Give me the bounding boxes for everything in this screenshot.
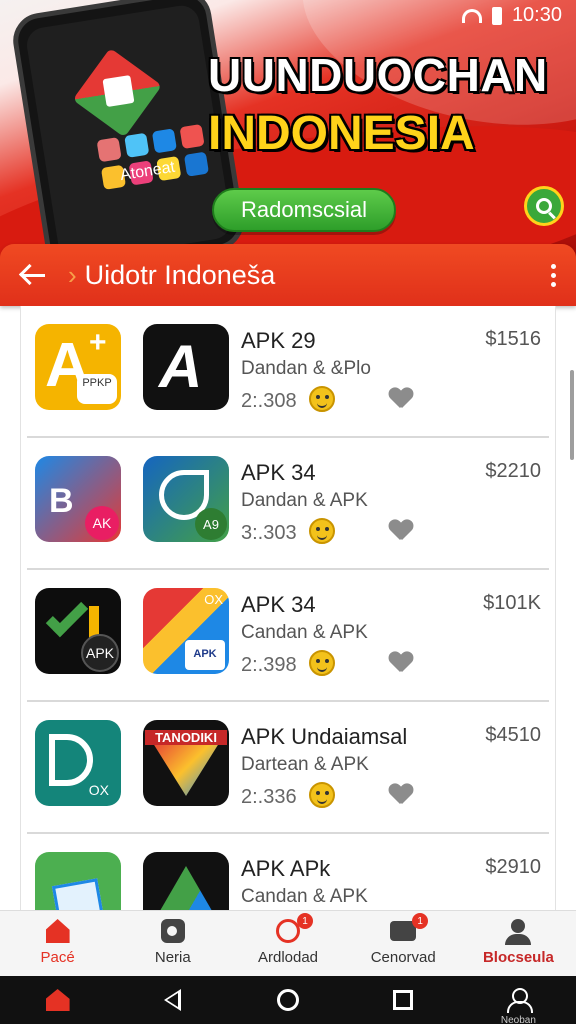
download-icon: 1	[273, 913, 313, 945]
nav-tab-home[interactable]: Pacé	[0, 911, 115, 976]
heart-icon[interactable]	[389, 652, 413, 674]
app-subtitle: Candan & APK	[241, 622, 368, 643]
app-icon-caption: PPKP	[77, 374, 117, 404]
heart-icon[interactable]	[389, 784, 413, 806]
app-name: APK 34	[241, 592, 316, 617]
banner-cta-button[interactable]: Radomscsial	[212, 188, 396, 232]
heart-icon[interactable]	[389, 520, 413, 542]
profile-caption: Neoban	[500, 1015, 536, 1024]
headline-line1: UUNDUOCHAN	[208, 49, 548, 101]
app-bar: › Uidotr Indoneša	[0, 244, 576, 306]
wifi-icon	[461, 8, 482, 23]
app-subtitle: Dandan & &Plo	[241, 358, 371, 379]
app-name: APK Undaiamsal	[241, 724, 408, 749]
circle-icon	[277, 989, 299, 1011]
profile-icon	[503, 919, 533, 945]
person-icon	[507, 988, 534, 1013]
home-icon	[43, 919, 73, 945]
app-price: $2910	[485, 856, 541, 878]
list-item[interactable]: A + PPKP A APK 29 Dandan & &Plo 2:.308 $…	[27, 306, 549, 438]
system-back-button[interactable]	[115, 976, 230, 1024]
back-arrow-icon	[23, 273, 45, 277]
system-circle-home-button[interactable]	[230, 976, 345, 1024]
app-list: A + PPKP A APK 29 Dandan & &Plo 2:.308 $…	[20, 306, 556, 910]
app-price: $4510	[485, 724, 541, 746]
square-icon	[393, 990, 414, 1010]
system-recents-button[interactable]	[346, 976, 461, 1024]
app-icon: A + PPKP	[35, 324, 121, 410]
app-subtitle: Dandan & APK	[241, 490, 368, 511]
cube-logo-icon	[72, 47, 162, 138]
house-icon	[45, 989, 70, 1011]
nav-tab-profile[interactable]: Blocseula	[461, 911, 576, 976]
banner-headline: UUNDUOCHAN INDONESIA	[208, 52, 568, 158]
list-item[interactable]: B AK A9 APK 34 Dandan & APK 3:.303 $2210	[27, 438, 549, 570]
nav-label: Cenorvad	[370, 949, 436, 966]
status-time: 10:30	[511, 4, 562, 26]
app-subtitle: Candan & APK	[241, 886, 368, 907]
smiley-icon	[309, 650, 335, 676]
app-icon: A9	[143, 456, 229, 542]
app-icon	[35, 852, 121, 910]
phone-screen: Atoneat	[24, 3, 234, 262]
list-item[interactable]: OX TANODIKI APK Undaiamsal Dartean & APK…	[27, 702, 549, 834]
app-name: APK 29	[241, 328, 316, 353]
nav-tab-download[interactable]: 1 Ardlodad	[230, 911, 345, 976]
smiley-icon	[309, 386, 335, 412]
app-subtitle: Dartean & APK	[241, 754, 369, 775]
headline-line2: INDONESIA	[208, 107, 475, 160]
app-count: 2:.336	[241, 786, 297, 808]
system-home-button[interactable]	[0, 976, 115, 1024]
notification-badge: 1	[297, 913, 313, 929]
status-bar: 10:30	[461, 4, 562, 27]
back-button[interactable]	[0, 244, 68, 306]
app-icon: A	[143, 324, 229, 410]
heart-icon[interactable]	[389, 388, 413, 410]
more-menu-button[interactable]	[530, 263, 576, 287]
system-navigation-bar: Neoban	[0, 976, 576, 1024]
app-count: 3:.303	[241, 522, 297, 544]
app-name: APK 34	[241, 460, 316, 485]
nav-label: Pacé	[40, 949, 75, 966]
battery-icon	[491, 6, 502, 25]
app-icon: TANODIKI	[143, 720, 229, 806]
app-price: $2210	[485, 460, 541, 482]
system-profile-button[interactable]: Neoban	[461, 976, 576, 1024]
bottom-navigation: Pacé Neria 1 Ardlodad 1 Cenorvad Blocseu…	[0, 910, 576, 976]
more-vert-icon	[550, 263, 556, 269]
nav-label: Blocseula	[482, 949, 554, 966]
search-button[interactable]	[524, 186, 564, 226]
nav-label: Ardlodad	[257, 949, 319, 966]
smiley-icon	[309, 518, 335, 544]
app-price: $1516	[485, 328, 541, 350]
nav-tab-media[interactable]: Neria	[115, 911, 230, 976]
chevron-right-icon: ›	[68, 259, 77, 290]
chat-icon: 1	[388, 913, 429, 945]
app-icon: B AK	[35, 456, 121, 542]
app-name: APK APk	[241, 856, 331, 881]
media-icon	[158, 919, 188, 945]
page-title: Uidotr Indoneša	[84, 259, 276, 290]
app-icon-caption: AK	[85, 506, 119, 540]
app-icon: OX	[35, 720, 121, 806]
scrollbar[interactable]	[570, 370, 574, 460]
promo-banner: Atoneat 10:30 UUNDUOCHAN INDONESIA Radom…	[0, 0, 576, 262]
search-icon	[536, 198, 552, 214]
nav-tab-chat[interactable]: 1 Cenorvad	[346, 911, 461, 976]
triangle-back-icon	[164, 989, 182, 1011]
app-price: $101K	[483, 592, 541, 614]
smiley-icon	[309, 782, 335, 808]
list-item[interactable]: APK OX APK APK 34 Candan & APK 2:.398 $1…	[27, 570, 549, 702]
app-count: 2:.398	[241, 654, 297, 676]
list-item[interactable]: APK APk Candan & APK $2910	[27, 834, 549, 910]
notification-badge: 1	[412, 913, 429, 929]
app-icon: OX APK	[143, 588, 229, 674]
app-count: 2:.308	[241, 390, 297, 412]
app-icon	[143, 852, 229, 910]
nav-label: Neria	[154, 949, 191, 966]
app-icon: APK	[35, 588, 121, 674]
